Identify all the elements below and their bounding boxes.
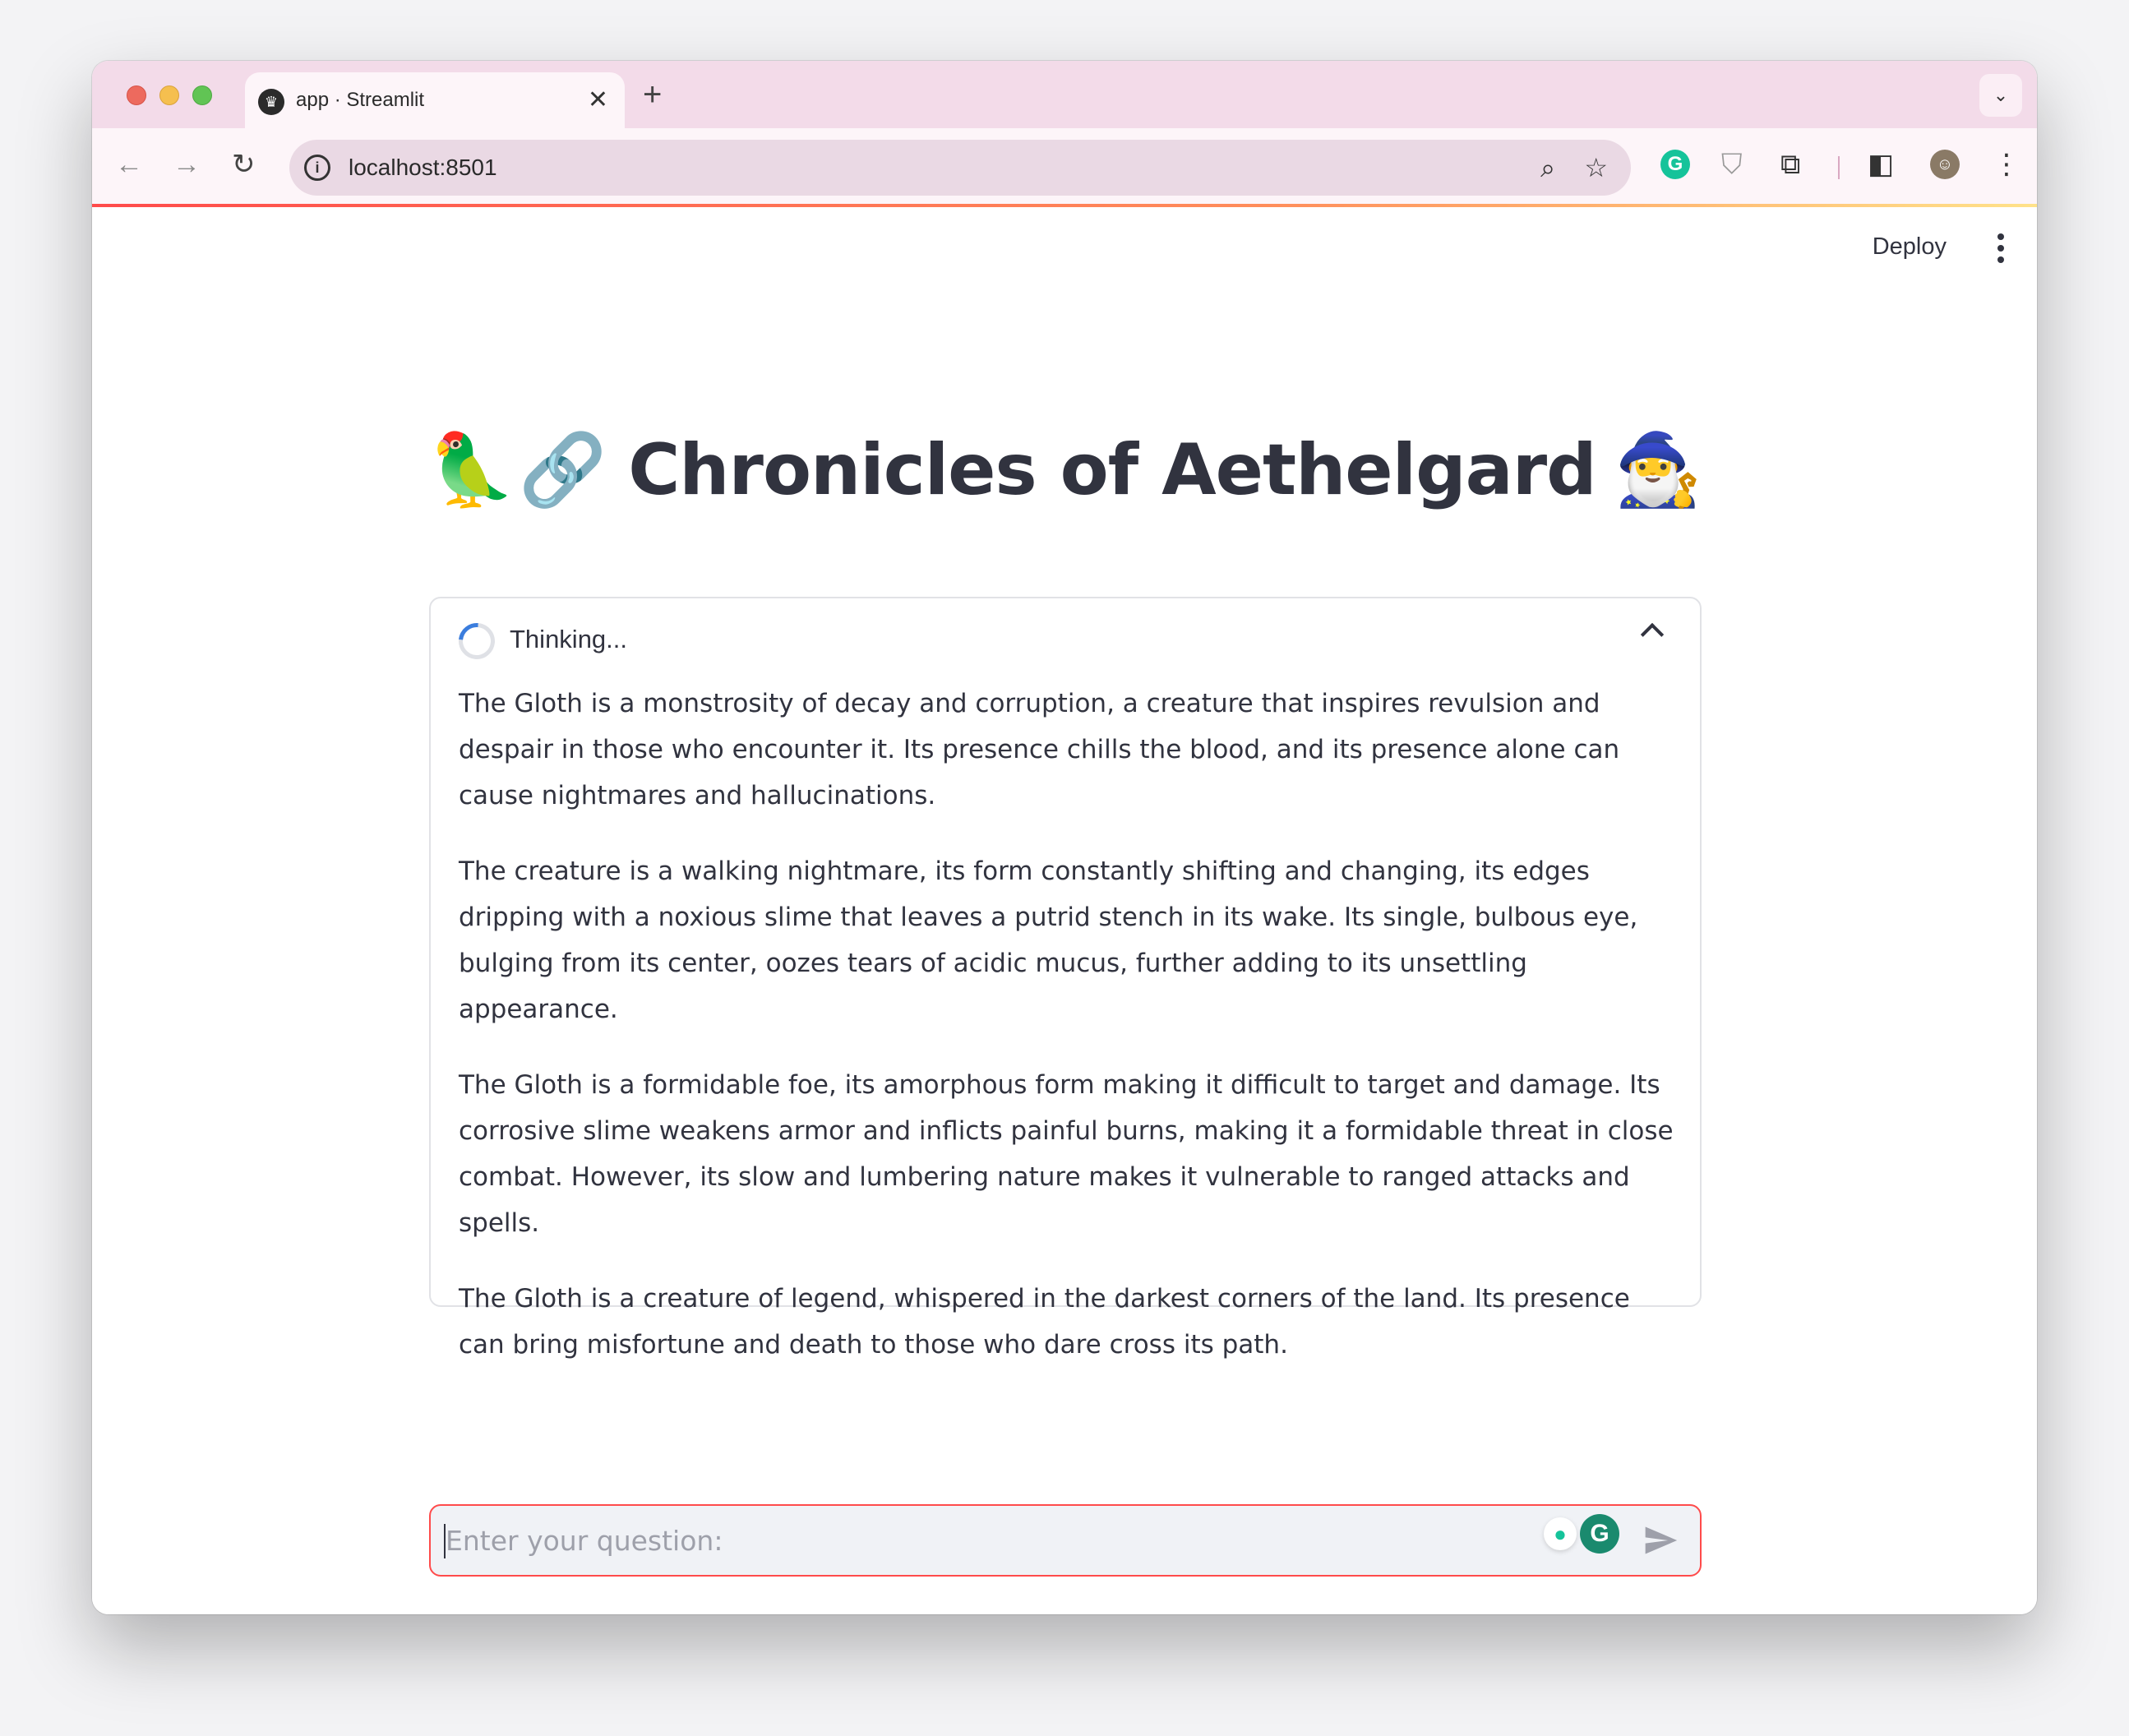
paragraph: The Gloth is a formidable foe, its amorp… [459,1070,1674,1238]
toolbar-divider [1838,156,1840,179]
chat-input-container: ● G [429,1504,1702,1577]
tab-app[interactable]: ♛ app · Streamlit ✕ [245,72,625,130]
maximize-window-button[interactable] [192,85,212,105]
main-menu-icon[interactable] [1996,233,2006,266]
status-expander: Thinking... The Gloth is a monstrosity o… [429,597,1702,1360]
profile-avatar-icon[interactable]: ☺ [1930,150,1960,179]
extensions-puzzle-icon[interactable]: ⧉ [1780,148,1800,181]
deploy-button[interactable]: Deploy [1873,233,1947,261]
close-tab-icon[interactable]: ✕ [588,85,608,115]
new-tab-button[interactable]: + [643,77,662,112]
address-bar[interactable]: i localhost:8501 ⌕ ☆ [289,140,1631,196]
tab-strip: ♛ app · Streamlit ✕ + ⌄ [92,61,2037,130]
paragraph: The creature is a walking nightmare, its… [459,856,1638,1024]
site-info-icon[interactable]: i [304,155,330,181]
link-emoji-icon: 🔗 [519,431,607,510]
parrot-emoji-icon: 🦜 [427,431,516,510]
streamlit-app: Deploy 🦜 🔗 Chronicles of Aethelgard 🧙‍♂️… [92,207,2037,1614]
send-icon[interactable] [1642,1522,1679,1558]
page-title: 🦜 🔗 Chronicles of Aethelgard 🧙‍♂️ [427,421,1706,519]
status-label[interactable]: Thinking... [510,625,627,654]
back-icon[interactable]: ← [115,148,143,181]
grammarly-bulb-icon[interactable]: ● [1544,1517,1577,1550]
streamlit-favicon-icon: ♛ [258,89,284,115]
minimize-window-button[interactable] [159,85,179,105]
zoom-icon[interactable]: ⌕ [1540,151,1555,184]
browser-window: ♛ app · Streamlit ✕ + ⌄ ← → ↻ i localhos… [92,61,2037,1614]
title-text: Chronicles of Aethelgard [628,429,1596,511]
close-window-button[interactable] [127,85,146,105]
browser-toolbar: ← → ↻ i localhost:8501 ⌕ ☆ G ⛉ ⧉ ◧ ☺ ⋮ [92,128,2037,205]
url-text[interactable]: localhost:8501 [349,155,497,181]
browser-menu-icon[interactable]: ⋮ [1993,148,2020,181]
wizard-emoji-icon: 🧙‍♂️ [1614,431,1702,510]
shield-extension-icon[interactable]: ⛉ [1721,148,1743,181]
grammarly-extension-icon[interactable]: G [1660,150,1690,179]
tab-title: app · Streamlit [296,89,425,111]
paragraph: The Gloth is a monstrosity of decay and … [459,689,1620,810]
paragraph: The Gloth is a creature of legend, whisp… [459,1284,1630,1360]
grammarly-icon[interactable]: G [1580,1514,1619,1554]
forward-icon[interactable]: → [173,148,201,181]
chevron-up-icon[interactable] [1640,622,1665,647]
reload-icon[interactable]: ↻ [232,148,256,181]
side-panel-icon[interactable]: ◧ [1868,148,1894,181]
status-content: The Gloth is a monstrosity of decay and … [459,681,1675,1397]
spinner-icon [451,616,502,667]
bookmark-star-icon[interactable]: ☆ [1584,151,1608,184]
tab-search-button[interactable]: ⌄ [1979,74,2022,117]
chat-input[interactable] [446,1506,1580,1575]
